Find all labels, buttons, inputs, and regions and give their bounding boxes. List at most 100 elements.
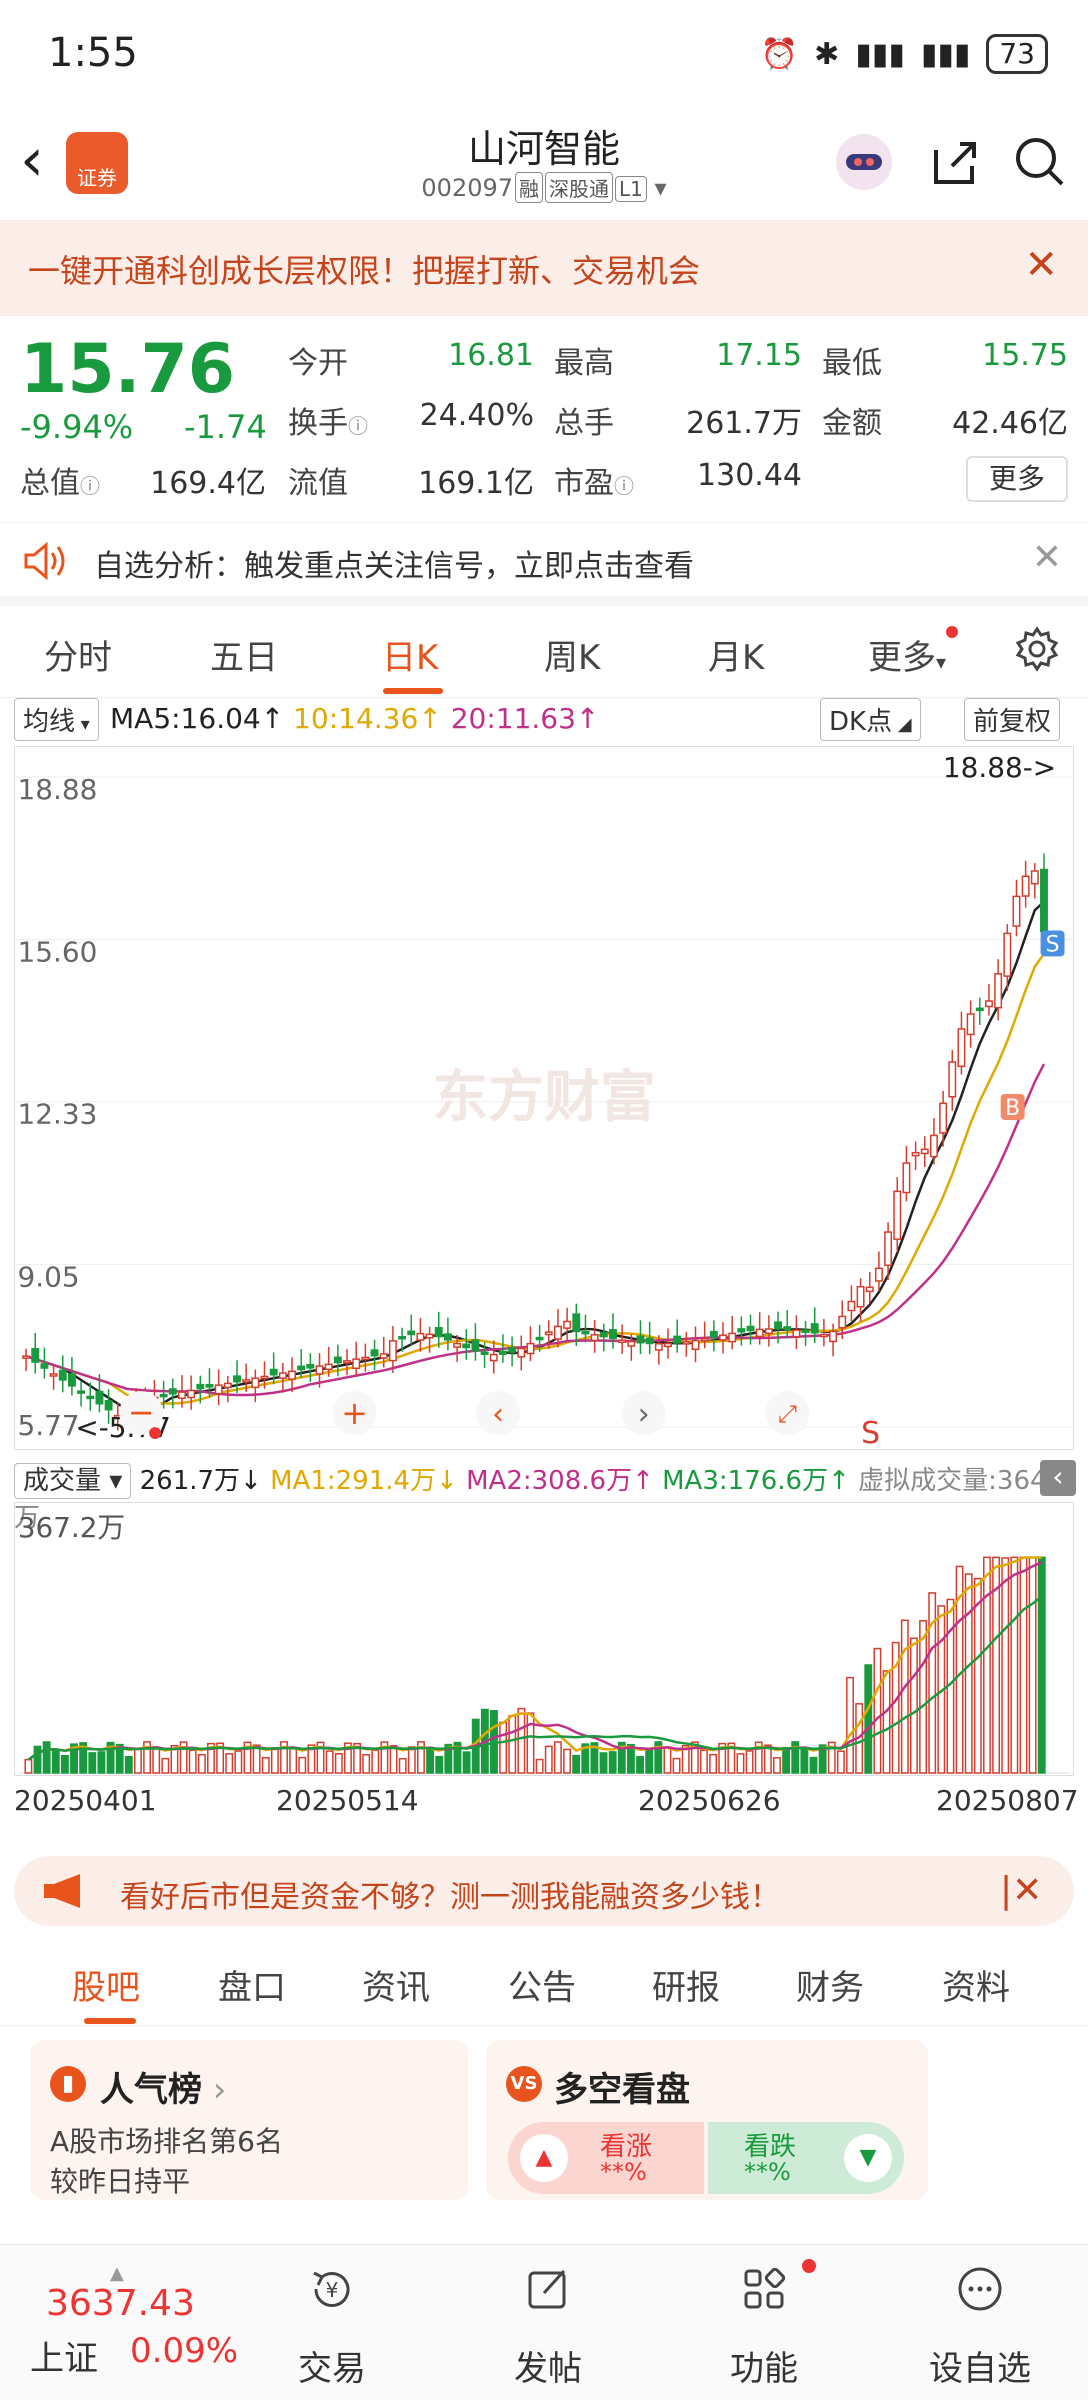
finance-banner[interactable]: 看好后市但是资金不够？测一测我能融资多少钱！ |✕ [14, 1856, 1074, 1926]
tab-more[interactable]: 更多▾ [868, 630, 946, 679]
volume-bar [60, 1754, 69, 1774]
share-icon[interactable] [924, 132, 984, 192]
tab-financials[interactable]: 财务 [796, 1960, 864, 2009]
open-value: 16.81 [448, 338, 534, 373]
amount-value: 42.46亿 [952, 406, 1068, 441]
market-cap-label[interactable]: 总值ⓘ [20, 458, 100, 502]
low-value: 15.75 [982, 338, 1068, 373]
speaker-icon [24, 541, 65, 581]
candle-body [58, 1369, 67, 1381]
search-icon[interactable] [1010, 132, 1070, 192]
tab-profile[interactable]: 资料 [942, 1960, 1010, 2009]
candle-body [847, 1300, 856, 1312]
volume-bar [745, 1750, 754, 1774]
ma-bar: 均线 ▾ MA5:16.04↑ 10:14.36↑ 20:11.63↑ DK点 … [0, 698, 1088, 744]
candle-body [1003, 932, 1012, 977]
volume-bar [389, 1745, 398, 1774]
promo-banner[interactable]: 一键开通科创成长层权限！把握打新、交易机会 ✕ [0, 220, 1088, 316]
nav-trade[interactable]: ¥ 交易 [242, 2245, 422, 2400]
candle-body [774, 1321, 782, 1330]
ma-selector[interactable]: 均线 ▾ [14, 698, 99, 741]
candle-body [948, 1061, 957, 1098]
close-icon[interactable]: ✕ [1024, 242, 1058, 288]
tab-five-day[interactable]: 五日 [210, 630, 278, 679]
volume-bar [1037, 1556, 1046, 1774]
candle-body [627, 1340, 636, 1347]
status-time: 1:55 [48, 30, 138, 76]
candle-body [95, 1390, 104, 1405]
candle-body [343, 1360, 351, 1364]
max-price-marker: 18.88-> [943, 751, 1056, 784]
index-ticker[interactable]: ▲ 3637.43 上证 0.09% [30, 2263, 240, 2389]
tab-more-label: 更多 [868, 638, 936, 678]
battery-indicator: 73 [986, 34, 1048, 74]
settings-gear-icon[interactable] [1014, 626, 1060, 672]
candle-body [700, 1338, 709, 1342]
more-button[interactable]: 更多 [966, 456, 1068, 502]
candle-body [590, 1334, 599, 1342]
tab-news[interactable]: 资讯 [362, 1960, 430, 2009]
candle-body [884, 1231, 893, 1267]
tab-monthly-k[interactable]: 月K [708, 630, 764, 679]
stock-header: ‹ 证券 山河智能 002097 融深股通 L1 ▾ [0, 110, 1088, 220]
pe-label[interactable]: 市盈ⓘ [554, 458, 634, 502]
analysis-bar[interactable]: 自选分析：触发重点关注信号，立即点击查看 ✕ [0, 522, 1088, 606]
popularity-card[interactable]: ▮ 人气榜 › A股市场排名第6名 较昨日持平 [30, 2040, 468, 2200]
close-icon[interactable]: |✕ [1000, 1870, 1042, 1911]
volume-bar [836, 1750, 845, 1774]
candle-body [874, 1267, 883, 1282]
candle-body [865, 1286, 874, 1293]
market-cap-value: 169.4亿 [150, 466, 266, 501]
turnover-label[interactable]: 换手ⓘ [288, 398, 368, 442]
volume-selector[interactable]: 成交量 ▾ [14, 1463, 132, 1499]
volume-bar [234, 1750, 243, 1774]
tab-orderbook[interactable]: 盘口 [218, 1960, 286, 2009]
tab-announcements[interactable]: 公告 [508, 1960, 576, 2009]
tab-weekly-k[interactable]: 周K [544, 630, 600, 679]
market-cap-label-text: 总值 [20, 466, 80, 501]
tab-intraday[interactable]: 分时 [44, 630, 112, 679]
tab-daily-k[interactable]: 日K [382, 630, 438, 679]
volume-bar [663, 1746, 672, 1774]
tag-level: L1 [615, 176, 647, 202]
bear-value: **% [744, 2158, 791, 2186]
sentiment-card[interactable]: VS 多空看盘 ▲ 看涨 **% 看跌 **% ▼ [486, 2040, 928, 2200]
candle-body [306, 1363, 315, 1369]
popularity-change: 较昨日持平 [50, 2165, 191, 2198]
candle-body [746, 1325, 755, 1332]
volume-bar [700, 1749, 708, 1774]
candle-body [178, 1391, 186, 1399]
notification-dot [802, 2259, 816, 2273]
candle-body [664, 1342, 672, 1348]
float-cap-label: 流值 [288, 466, 348, 501]
tab-forum[interactable]: 股吧 [72, 1960, 140, 2009]
volume-chart[interactable]: 367.2万 [14, 1502, 1074, 1776]
candle-body [920, 1148, 929, 1155]
bull-button[interactable]: ▲ 看涨 **% [508, 2122, 704, 2194]
nav-functions-label: 功能 [730, 2349, 798, 2389]
close-icon[interactable]: ✕ [1032, 537, 1062, 578]
candlestick-chart[interactable]: 东方财富 18.8815.6012.339.055.7718.88-><-5.7… [14, 746, 1074, 1450]
more-dots-icon [958, 2267, 1002, 2311]
volume-bar [535, 1758, 544, 1774]
candle-body [260, 1375, 269, 1380]
collapse-panel-button[interactable]: ‹ [1040, 1460, 1076, 1496]
nav-post[interactable]: 发帖 [458, 2245, 638, 2400]
candle-body [957, 1028, 966, 1068]
nav-add-watchlist[interactable]: 设自选 [890, 2245, 1070, 2400]
volume-bar [426, 1747, 435, 1774]
content-tabs: 股吧 盘口 资讯 公告 研报 财务 资料 [0, 1940, 1088, 2026]
promo-text: 一键开通科创成长层权限！把握打新、交易机会 [28, 252, 701, 290]
volume-bar [362, 1754, 371, 1774]
nav-functions[interactable]: 功能 [674, 2245, 854, 2400]
volume-bar [407, 1746, 416, 1774]
assistant-avatar-icon[interactable] [834, 132, 894, 192]
volume-bar [636, 1756, 644, 1774]
volume-value: 261.7万 [686, 406, 802, 441]
dk-selector[interactable]: DK点 ◢ [820, 698, 921, 741]
candle-body [214, 1384, 223, 1395]
adjust-selector[interactable]: 前复权 [964, 698, 1061, 741]
ma10-line [25, 952, 1045, 1405]
tab-research[interactable]: 研报 [652, 1960, 720, 2009]
bear-button[interactable]: 看跌 **% ▼ [708, 2122, 904, 2194]
